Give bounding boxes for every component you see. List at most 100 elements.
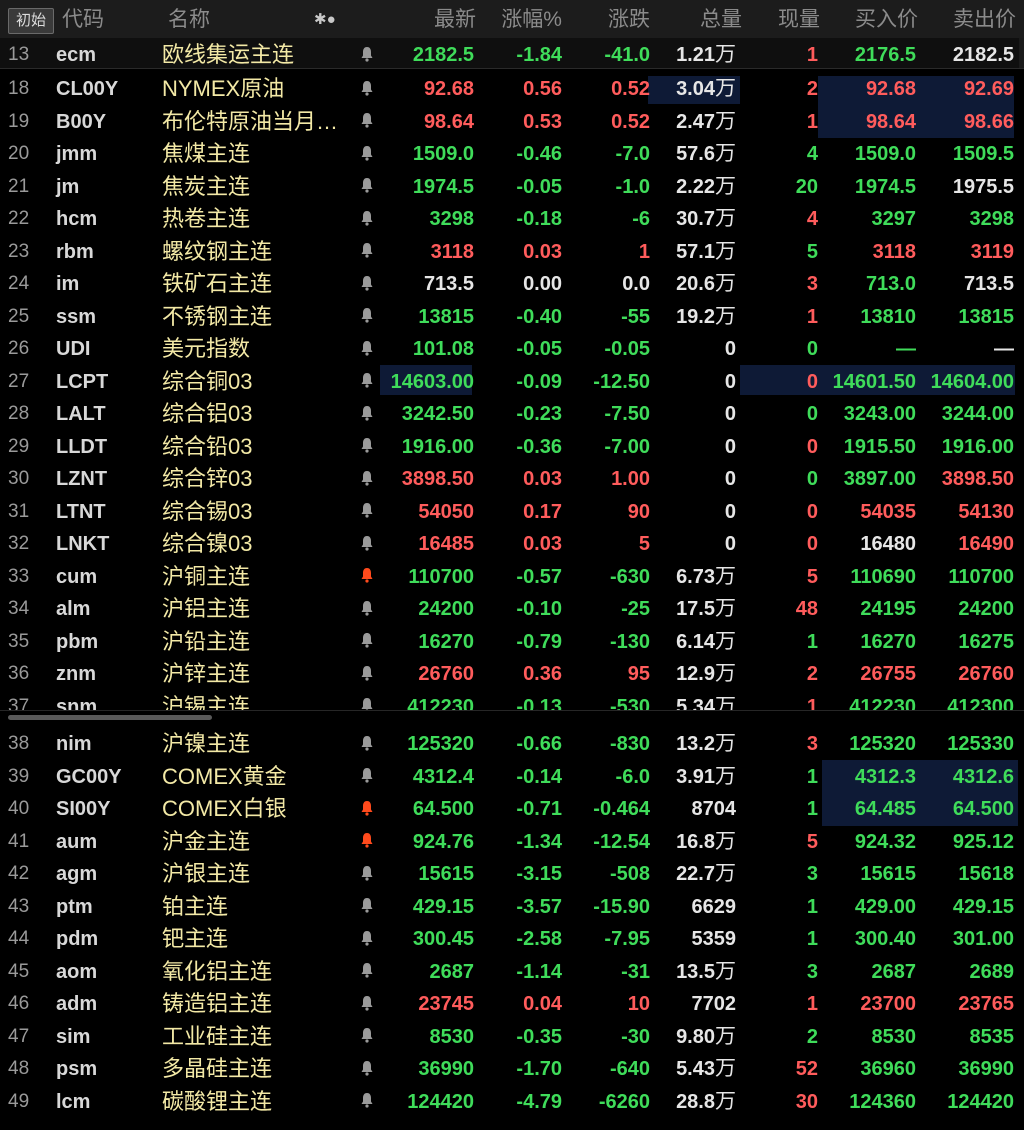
col-header-pct[interactable]: 涨幅% [501, 0, 562, 38]
table-row[interactable]: 32 LNKT 综合镍03 16485 0.03 5 0 0 16480 16490 [0, 527, 1024, 560]
table-row[interactable]: 25 ssm 不锈钢主连 13815 -0.40 -55 19.2万 1 13810 13815 [0, 300, 1024, 333]
vol-unit: 万 [715, 564, 736, 588]
instrument-name: 沪铜主连 [162, 563, 251, 589]
table-row[interactable]: 33 cum 沪铜主连 110700 -0.57 -630 6.73万 5 110690 1107… [0, 560, 1024, 593]
instrument-code: nim [56, 733, 92, 755]
cell-last: 36990 [418, 1058, 474, 1080]
cell-ask: 24200 [958, 598, 1014, 620]
table-row[interactable]: 34 alm 沪铝主连 24200 -0.10 -25 17.5万 48 24195 24200 [0, 592, 1024, 625]
cell-bid: 54035 [860, 500, 916, 523]
cell-ask: 124420 [947, 1090, 1014, 1113]
table-row[interactable]: 45 aom 氧化铝主连 2687 -1.14 -31 13.5万 3 2687 2689 [0, 955, 1024, 988]
cell-bid: 13810 [860, 305, 916, 328]
cell-ask: 125330 [947, 733, 1014, 755]
table-row[interactable]: 19 B00Y 布伦特原油当月… 98.64 0.53 0.52 2.47万 1 98.64 98… [0, 105, 1024, 138]
table-row[interactable]: 46 adm 铸造铝主连 23745 0.04 10 7702 1 23700 23765 [0, 987, 1024, 1020]
quote-table-top-pane[interactable]: 13 ecm 欧线集运主连 2182.5 -1.84 -41.0 1.21万 1 2176.5 2… [0, 38, 1024, 710]
cell-last: 713.5 [423, 273, 474, 295]
cell-pct: -1.70 [516, 1058, 562, 1080]
init-button[interactable]: 初始 [8, 8, 54, 34]
cell-pct: -0.09 [516, 370, 562, 393]
table-row[interactable]: 47 sim 工业硅主连 8530 -0.35 -30 9.80万 2 8530 8535 [0, 1020, 1024, 1053]
col-header-marks[interactable]: ✱● [314, 0, 336, 38]
col-header-cur[interactable]: 现量 [778, 0, 820, 38]
scrollbar-track[interactable] [1019, 38, 1024, 68]
table-row[interactable]: 26 UDI 美元指数 101.08 -0.05 -0.05 0 0— — [0, 332, 1024, 365]
table-row[interactable]: 21 jm 焦炭主连 1974.5 -0.05 -1.0 2.22万 20 1974.5 1975… [0, 170, 1024, 203]
col-header-code[interactable]: 代码 [62, 0, 104, 38]
table-row[interactable]: 42 agm 沪银主连 15615 -3.15 -508 22.7万 3 15615 15618 [0, 857, 1024, 890]
table-row[interactable]: 24 im 铁矿石主连 713.5 0.00 0.0 20.6万 3 713.0 713.5 [0, 267, 1024, 300]
table-row[interactable]: 43 ptm 铂主连 429.15 -3.57 -15.90 6629 1 429.00 429.… [0, 890, 1024, 923]
vol-value: 57.6 [676, 143, 715, 165]
cell-pct: 0.00 [523, 273, 562, 295]
pane-splitter[interactable] [0, 710, 1024, 725]
col-header-chg[interactable]: 涨跌 [608, 0, 650, 38]
instrument-code: GC00Y [56, 765, 122, 788]
instrument-code: LNKT [56, 533, 110, 555]
col-header-vol[interactable]: 总量 [700, 0, 742, 38]
table-row[interactable]: 36 znm 沪锌主连 26760 0.36 95 12.9万 2 26755 26760 [0, 657, 1024, 690]
quote-table-bottom-pane[interactable]: 38 nim 沪镍主连 125320 -0.66 -830 13.2万 3 125320 1253… [0, 724, 1024, 1130]
cell-last: 924.76 [412, 830, 474, 853]
table-row[interactable]: 38 nim 沪镍主连 125320 -0.66 -830 13.2万 3 125320 1253… [0, 727, 1024, 760]
cell-vol: 6629 [636, 890, 737, 923]
table-row[interactable]: 20 jmm 焦煤主连 1509.0 -0.46 -7.0 57.6万 4 1509.0 1509… [0, 137, 1024, 170]
col-header-ask[interactable]: 卖出价 [953, 0, 1016, 38]
table-row[interactable]: 23 rbm 螺纹钢主连 3118 0.03 1 57.1万 5 3118 3119 [0, 235, 1024, 268]
row-index: 44 [8, 928, 30, 949]
vol-value: 2.22 [676, 175, 715, 198]
cell-bid: 429.00 [854, 895, 916, 918]
row-index: 47 [8, 1025, 30, 1047]
cell-ask: 16275 [958, 630, 1014, 653]
table-row[interactable]: 28 LALT 综合铝03 3242.50 -0.23 -7.50 0 0 3243.00 324… [0, 397, 1024, 430]
table-row[interactable]: 39 GC00Y COMEX黄金 4312.4 -0.14 -6.0 3.91万 1 4312.… [0, 760, 1024, 793]
instrument-code: jm [56, 175, 80, 198]
instrument-name: 氧化铝主连 [162, 958, 273, 984]
table-row[interactable]: 30 LZNT 综合锌03 3898.50 0.03 1.00 0 0 3897.00 3898.… [0, 462, 1024, 495]
cell-pct: -0.05 [516, 338, 562, 360]
horizontal-scrollbar-thumb[interactable] [8, 715, 212, 720]
cell-vol: 8704 [636, 792, 737, 825]
vol-value: 6629 [691, 895, 737, 918]
col-header-name[interactable]: 名称 [168, 0, 210, 38]
instrument-code: psm [56, 1058, 98, 1080]
cell-bid: 2176.5 [854, 44, 916, 66]
table-row[interactable]: 13 ecm 欧线集运主连 2182.5 -1.84 -41.0 1.21万 1 2176.5 2… [0, 38, 1024, 69]
table-row[interactable]: 48 psm 多晶硅主连 36990 -1.70 -640 5.43万 52 36960 3699… [0, 1052, 1024, 1085]
vol-value: 0 [724, 468, 736, 490]
cell-pct: -0.46 [516, 143, 562, 165]
instrument-name: 沪锌主连 [162, 661, 251, 686]
vol-unit: 万 [715, 1024, 736, 1048]
cell-pct: -1.14 [516, 960, 562, 983]
instrument-name: 综合铅03 [162, 433, 253, 459]
table-row[interactable]: 37 snm 沪锡主连 412230 -0.13 -530 5.34万 1 412230 4123… [0, 690, 1024, 710]
col-header-last[interactable]: 最新 [434, 0, 476, 38]
table-row[interactable]: 49 lcm 碳酸锂主连 124420 -4.79 -6260 28.8万 30 124360 1… [0, 1085, 1024, 1118]
vol-value: 6.14 [676, 630, 715, 653]
instrument-name: 钯主连 [162, 926, 229, 951]
row-index: 43 [8, 895, 30, 917]
table-row[interactable]: 31 LTNT 综合锡03 54050 0.17 90 0 0 54035 54130 [0, 495, 1024, 528]
instrument-name: 多晶硅主连 [162, 1056, 273, 1081]
table-row[interactable]: 35 pbm 沪铅主连 16270 -0.79 -130 6.14万 1 16270 16275 [0, 625, 1024, 658]
cell-bid: 1915.50 [843, 435, 916, 458]
cell-ask: 1509.5 [952, 143, 1014, 165]
vol-unit: 万 [715, 829, 736, 853]
cell-ask: 925.12 [952, 830, 1014, 853]
row-index: 18 [8, 78, 30, 99]
cell-bid: 64.485 [854, 798, 916, 820]
cell-ask: 2182.5 [952, 44, 1014, 66]
instrument-code: hcm [56, 208, 98, 230]
table-row[interactable]: 41 aum 沪金主连 924.76 -1.34 -12.54 16.8万 5 924.32 92… [0, 825, 1024, 858]
table-row[interactable]: 18 CL00Y NYMEX原油 92.68 0.56 0.52 3.04万 2 92.68 92… [0, 72, 1024, 105]
col-header-bid[interactable]: 买入价 [855, 0, 918, 38]
table-row[interactable]: 40 SI00Y COMEX白银 64.500 -0.71 -0.464 8704 1 64.4… [0, 792, 1024, 825]
table-row[interactable]: 22 hcm 热卷主连 3298 -0.18 -6 30.7万 4 3297 3298 [0, 202, 1024, 235]
table-row[interactable]: 44 pdm 钯主连 300.45 -2.58 -7.95 5359 1 300.40 301.0… [0, 922, 1024, 955]
cell-vol: 9.80万 [636, 1020, 736, 1053]
cell-pct: -1.84 [516, 44, 562, 66]
cell-last: 4312.4 [412, 765, 474, 788]
table-row[interactable]: 27 LCPT 综合铜03 14603.00 -0.09 -12.50 0 0 14601.50… [0, 365, 1024, 398]
table-row[interactable]: 29 LLDT 综合铅03 1916.00 -0.36 -7.00 0 0 1915.50 191… [0, 430, 1024, 463]
